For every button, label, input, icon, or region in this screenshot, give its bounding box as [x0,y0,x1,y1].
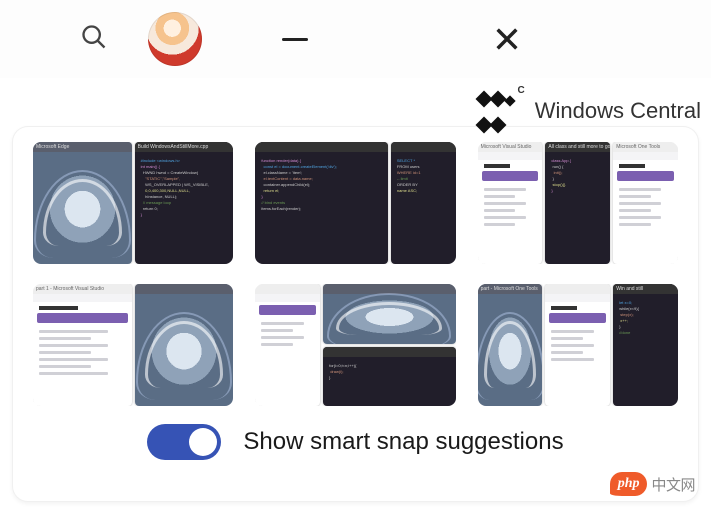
snap-tile-code: for(i=0;i<n;i++){ draw(i);} [323,347,456,407]
snap-tile-code: Win and still let x=0;while(x<9){ step(x… [613,284,678,406]
avatar[interactable] [148,12,202,66]
snap-group[interactable]: Microsoft Edge Build WindowsAndStillMore… [33,142,233,264]
snap-tile-image: Microsoft Edge [33,142,132,264]
snap-group[interactable]: function render(data) { const el = docum… [255,142,455,264]
snap-layout-grid: Microsoft Edge Build WindowsAndStillMore… [33,142,678,406]
snap-tile-image [135,284,234,406]
titlebar [0,0,711,78]
php-logo-icon: php [610,472,648,496]
maximize-button[interactable] [378,16,424,62]
snap-group[interactable]: Microsoft Visual Studio All class and st… [478,142,678,264]
snap-tile-code: All class and still more to go class App… [545,142,610,264]
snap-tile-image: part - Microsoft One Tools [478,284,543,406]
snap-group[interactable]: part - Microsoft One Tools Win and still… [478,284,678,406]
snap-tile-doc: Microsoft One Tools [613,142,678,264]
windows-central-logo-icon: C [477,85,524,137]
snap-tile-doc: Microsoft Visual Studio [478,142,543,264]
snap-tile-doc [255,284,320,406]
snap-tile-code: function render(data) { const el = docum… [255,142,388,264]
snap-suggestions-panel: Microsoft Edge Build WindowsAndStillMore… [12,126,699,502]
smart-snap-toggle-label: Show smart snap suggestions [243,428,563,456]
watermark-php-cn: php 中文网 [610,472,695,496]
window-root: C Windows Central Microsoft Edge Build W… [0,0,711,516]
snap-footer: Show smart snap suggestions [33,424,678,460]
snap-group[interactable]: for(i=0;i<n;i++){ draw(i);} [255,284,455,406]
close-button[interactable] [484,16,530,62]
snap-tile-doc: part 1 - Microsoft Visual Studio [33,284,132,406]
search-icon[interactable] [80,23,108,56]
watermark-windows-central: C Windows Central [477,85,701,137]
smart-snap-toggle[interactable] [147,424,221,460]
snap-tile-image [323,284,456,344]
minimize-button[interactable] [272,16,318,62]
snap-tile-code: SELECT *FROM users WHERE id=1-- limit OR… [391,142,456,264]
window-controls [272,16,530,62]
snap-tile-stack: for(i=0;i<n;i++){ draw(i);} [323,284,456,406]
snap-tile-doc [545,284,610,406]
watermark-text: Windows Central [535,98,701,124]
snap-group[interactable]: part 1 - Microsoft Visual Studio [33,284,233,406]
snap-tile-code: Build WindowsAndStillMore.cpp #include <… [135,142,234,264]
watermark-suffix: 中文网 [651,474,695,495]
